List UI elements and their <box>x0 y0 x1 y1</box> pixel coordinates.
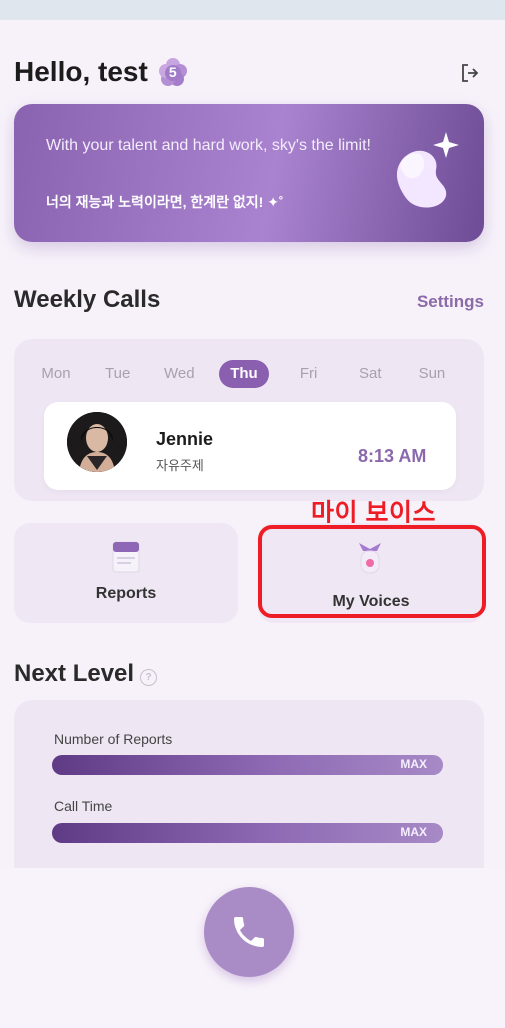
banner-text-en: With your talent and hard work, sky's th… <box>46 137 371 154</box>
progress-bar-reports: MAX <box>52 755 443 775</box>
day-sat[interactable]: Sat <box>348 360 392 388</box>
call-contact-name: Jennie <box>156 429 214 449</box>
report-icon <box>112 541 140 573</box>
level-badge: 5 <box>158 57 188 87</box>
avatar <box>67 412 127 472</box>
progress-status: MAX <box>400 825 427 839</box>
next-level-text: Next Level <box>14 660 135 687</box>
sparkle-blob-icon <box>396 132 459 208</box>
status-bar <box>0 0 505 20</box>
call-time: 8:13 AM <box>358 446 427 466</box>
day-mon[interactable]: Mon <box>34 360 78 388</box>
banner-text-kr: 너의 재능과 노력이라면, 한계란 없지! ✦˚ <box>46 194 284 210</box>
metric-label: Number of Reports <box>54 731 173 747</box>
settings-link[interactable]: Settings <box>417 292 484 312</box>
greeting-text: Hello, test <box>14 56 148 87</box>
metric-label: Call Time <box>54 798 113 814</box>
progress-bar-call-time: MAX <box>52 823 443 843</box>
reports-label: Reports <box>95 585 157 602</box>
level-number: 5 <box>168 64 177 80</box>
weekly-calls-title: Weekly Calls <box>14 286 161 313</box>
day-fri[interactable]: Fri <box>287 360 331 388</box>
day-wed[interactable]: Wed <box>157 360 201 388</box>
greeting-row: Hello, test 5 <box>14 56 188 88</box>
day-thu[interactable]: Thu <box>218 360 269 388</box>
motivation-banner: With your talent and hard work, sky's th… <box>14 104 484 242</box>
day-selector: Mon Tue Wed Thu Fri Sat Sun <box>34 360 454 388</box>
annotation-highlight-box <box>258 525 486 618</box>
reports-tile[interactable]: Reports <box>14 523 238 623</box>
scheduled-call-card[interactable]: Jennie 자유주제 8:13 AM <box>44 402 456 490</box>
call-topic: 자유주제 <box>156 458 204 473</box>
logout-icon[interactable] <box>459 62 481 84</box>
progress-status: MAX <box>400 757 427 771</box>
call-button[interactable] <box>204 887 294 977</box>
day-tue[interactable]: Tue <box>96 360 140 388</box>
level-progress-card: Number of Reports MAX Call Time MAX <box>14 700 484 870</box>
day-sun[interactable]: Sun <box>410 360 454 388</box>
phone-icon <box>234 917 264 947</box>
help-icon[interactable]: ? <box>140 668 158 686</box>
next-level-title: Next Level ? <box>14 660 158 688</box>
